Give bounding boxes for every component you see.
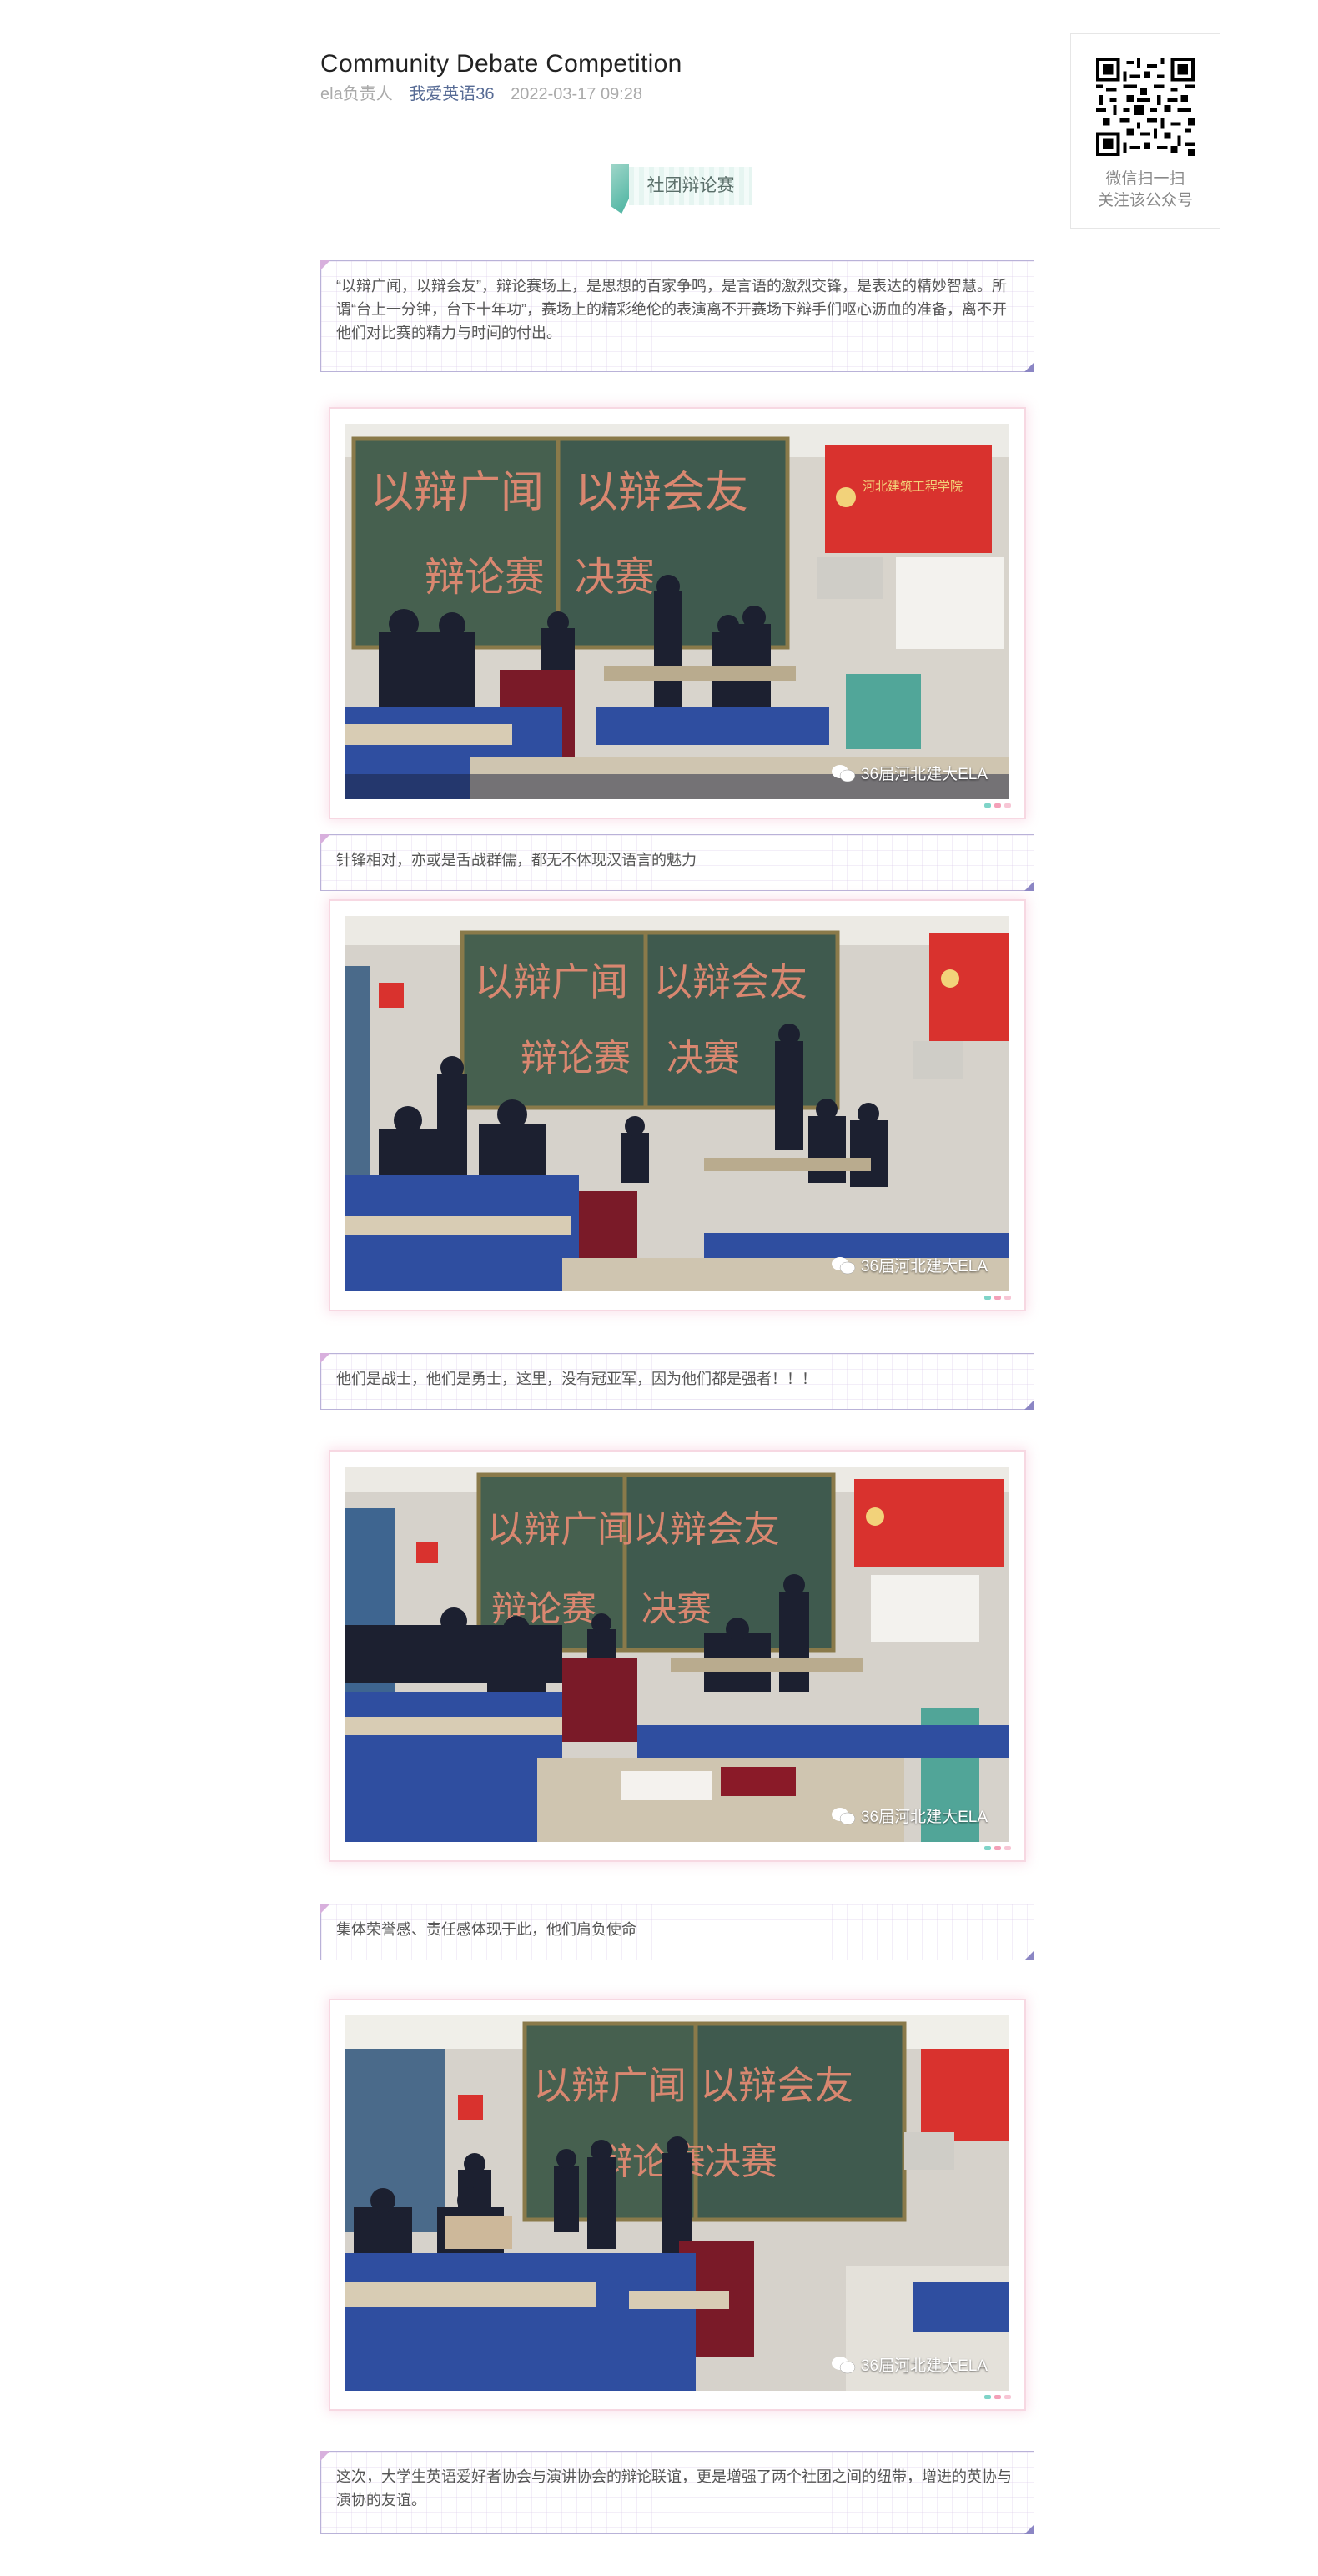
board-text: 以辩广闻: [487, 1508, 634, 1551]
wechat-icon: [831, 2356, 856, 2373]
debate-photo-image: 以辩广闻 以辩会友 辩论赛 决赛 河北建筑工程学院: [345, 424, 1009, 799]
qr-caption-line2: 关注该公众号: [1097, 192, 1193, 209]
debate-photo[interactable]: 以辩广闻 以辩会友 辩论赛 决赛 36届河北建大ELA: [345, 2015, 1009, 2391]
paragraph-box: 这次，大学生英语爱好者协会与演讲协会的辩论联谊，更是增强了两个社团之间的纽带，增…: [320, 2451, 1034, 2534]
wechat-icon: [831, 1807, 856, 1824]
qr-panel: 微信扫一扫 关注该公众号: [1070, 33, 1220, 229]
board-text: 以辩会友: [633, 1508, 780, 1551]
watermark-text: 36届河北建大ELA: [860, 766, 988, 783]
qr-caption-line1: 微信扫一扫: [1105, 170, 1185, 188]
paragraph-box: 他们是战士，他们是勇士，这里，没有冠亚军，因为他们都是强者！！！: [320, 1353, 1034, 1410]
photo-watermark: 36届河北建大ELA: [831, 1254, 988, 1276]
debate-photo[interactable]: 以辩广闻 以辩会友 辩论赛 决赛 36届河北建大ELA: [345, 916, 1009, 1291]
decor-dots: [984, 803, 1011, 808]
wechat-icon: [831, 1256, 856, 1274]
board-text: 以辩会友: [654, 959, 807, 1004]
debate-photo-image: 以辩广闻 以辩会友 辩论赛 决赛: [345, 916, 1009, 1291]
watermark-text: 36届河北建大ELA: [860, 1809, 988, 1826]
paragraph-text: 他们是战士，他们是勇士，这里，没有冠亚军，因为他们都是强者！！！: [336, 1371, 817, 1387]
watermark-text: 36届河北建大ELA: [860, 2357, 988, 2375]
board-text: 决赛: [667, 1037, 740, 1079]
paragraph-text: 集体荣誉感、责任感体现于此，他们肩负使命: [336, 1921, 636, 1938]
debate-photo-image: 以辩广闻 以辩会友 辩论赛 决赛: [345, 2015, 1009, 2391]
paragraph-text: 这次，大学生英语爱好者协会与演讲协会的辩论联谊，更是增强了两个社团之间的纽带，增…: [336, 2468, 1012, 2508]
board-text: 决赛: [641, 1588, 712, 1629]
paragraph-box: 集体荣誉感、责任感体现于此，他们肩负使命: [320, 1904, 1034, 1960]
section-tag-label: 社团辩论赛: [629, 167, 752, 205]
board-text: 以辩会友: [575, 468, 748, 518]
decor-dots: [984, 2395, 1011, 2399]
section-tag: 社团辩论赛: [611, 164, 752, 214]
wechat-icon: [831, 764, 856, 782]
article-title: Community Debate Competition: [320, 50, 682, 78]
debate-photo-image: 以辩广闻 以辩会友 辩论赛 决赛: [345, 1467, 1009, 1842]
board-text: 以辩广闻: [533, 2063, 687, 2108]
photo-card: 以辩广闻 以辩会友 辩论赛 决赛 36届河北建大ELA: [330, 2000, 1024, 2409]
board-text: 辩论赛: [521, 1037, 631, 1079]
board-text: 决赛: [575, 554, 655, 601]
board-text: 决赛: [704, 2141, 777, 2183]
paragraph-box: 针锋相对，亦或是舌战群儒，都无不体现汉语言的魅力: [320, 834, 1034, 891]
account-link[interactable]: 我爱英语36: [409, 85, 494, 103]
photo-card: 以辩广闻 以辩会友 辩论赛 决赛 河北建筑工程学院 36届河北建大ELA: [330, 409, 1024, 818]
board-text: 以辩广闻: [475, 959, 628, 1004]
photo-card: 以辩广闻 以辩会友 辩论赛 决赛 36届河北建大ELA: [330, 1452, 1024, 1860]
decor-dots: [984, 1846, 1011, 1850]
debate-photo[interactable]: 以辩广闻 以辩会友 辩论赛 决赛 36届河北建大ELA: [345, 1467, 1009, 1842]
photo-card: 以辩广闻 以辩会友 辩论赛 决赛 36届河北建大ELA: [330, 901, 1024, 1310]
article-meta: ela负责人 我爱英语36 2022-03-17 09:28: [320, 80, 654, 104]
photo-watermark: 36届河北建大ELA: [831, 2353, 988, 2376]
paragraph-box: “以辩广闻，以辩会友”，辩论赛场上，是思想的百家争鸣，是言语的激烈交锋，是表达的…: [320, 260, 1034, 372]
tag-ribbon-icon: [611, 164, 629, 214]
photo-watermark: 36届河北建大ELA: [831, 762, 988, 784]
author-name: ela负责人: [320, 85, 393, 103]
board-text: 辩论赛: [425, 554, 545, 601]
board-text: 以辩会友: [700, 2063, 853, 2108]
qr-code-icon[interactable]: [1096, 58, 1195, 156]
watermark-text: 36届河北建大ELA: [860, 1258, 988, 1275]
decor-dots: [984, 1296, 1011, 1300]
paragraph-text: “以辩广闻，以辩会友”，辩论赛场上，是思想的百家争鸣，是言语的激烈交锋，是表达的…: [336, 278, 1007, 341]
publish-date: 2022-03-17 09:28: [511, 85, 642, 103]
paragraph-text: 针锋相对，亦或是舌战群儒，都无不体现汉语言的魅力: [336, 852, 697, 868]
debate-photo[interactable]: 以辩广闻 以辩会友 辩论赛 决赛 河北建筑工程学院 36届河北建大ELA: [345, 424, 1009, 799]
board-text: 以辩广闻: [370, 468, 544, 518]
banner-text: 河北建筑工程学院: [863, 479, 963, 494]
photo-watermark: 36届河北建大ELA: [831, 1804, 988, 1827]
